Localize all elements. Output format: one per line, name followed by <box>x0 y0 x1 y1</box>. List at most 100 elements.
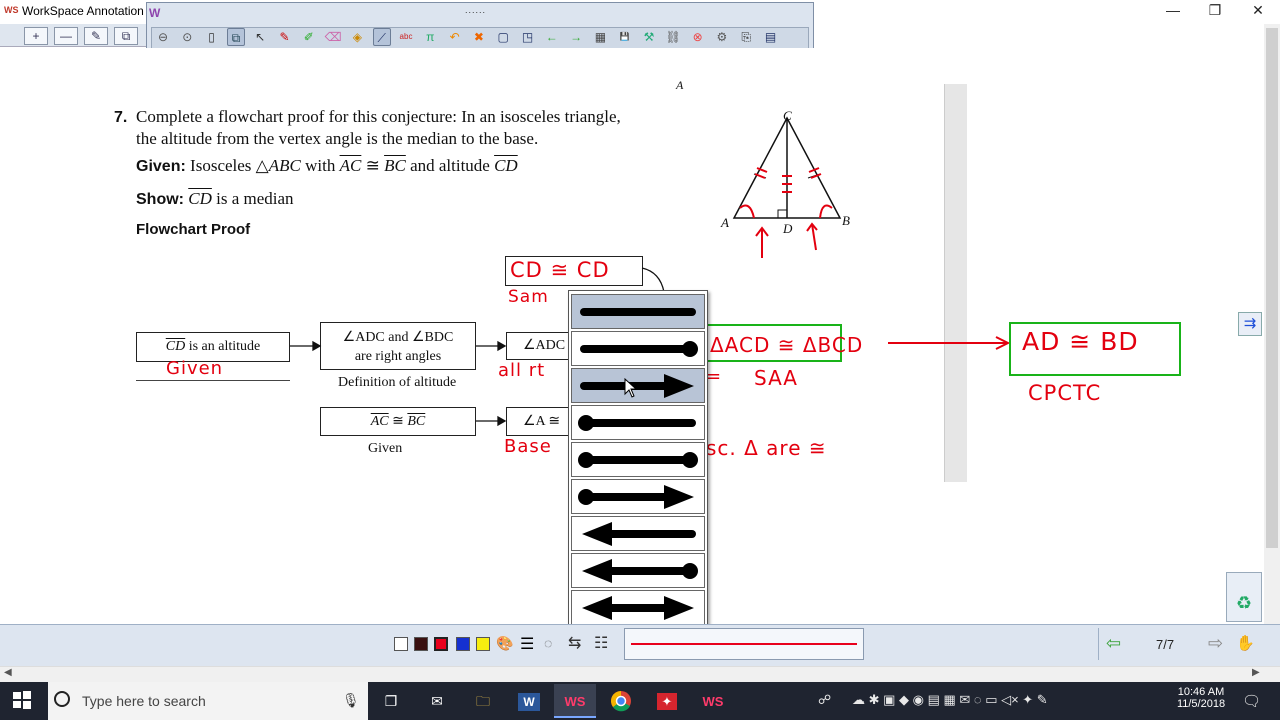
scrollbar-thumb[interactable] <box>1266 28 1278 548</box>
pointer-icon[interactable]: ↖ <box>251 28 269 46</box>
horizontal-scrollbar[interactable] <box>0 666 1280 683</box>
duplicate-button[interactable]: ⧉ <box>114 27 138 45</box>
color-blue-swatch[interactable] <box>456 637 470 651</box>
forward-arrow-icon[interactable]: → <box>567 28 585 46</box>
new-page-icon[interactable]: ▢ <box>494 28 512 46</box>
pages-icon[interactable]: ⧉ <box>226 28 245 46</box>
mail-icon[interactable]: ✉ <box>416 684 458 718</box>
back-arrow-icon[interactable]: ← <box>543 28 561 46</box>
line-style-line-dot-end[interactable] <box>571 331 705 366</box>
snapshot-icon[interactable]: ◳ <box>519 28 537 46</box>
minimize-button[interactable]: — <box>1158 2 1188 18</box>
recycle-bin-icon[interactable]: ♻ <box>1226 572 1262 622</box>
workspace-icon-2[interactable]: WS <box>692 684 734 718</box>
chevron-down-circle-icon[interactable]: ⊙ <box>178 28 196 46</box>
color-dark-swatch[interactable] <box>414 637 428 651</box>
shapes-icon[interactable]: ◈ <box>348 28 366 46</box>
word-icon-label: W <box>518 693 540 711</box>
search-placeholder[interactable]: Type here to search <box>82 693 206 709</box>
workspace-icon-label: WS <box>564 694 586 709</box>
toolbar-grip[interactable]: ...... <box>465 5 486 15</box>
task-view-icon[interactable]: ❐ <box>370 684 412 718</box>
line-style-dot-line-arrow[interactable] <box>571 479 705 514</box>
problem-line-2: the altitude from the vertex angle is th… <box>136 129 539 148</box>
segment-bc: BC <box>384 156 406 175</box>
edit-button[interactable]: ✎ <box>84 27 108 45</box>
scroll-left-icon[interactable]: ◀ <box>4 667 12 678</box>
undo-arrow-icon[interactable]: ↶ <box>446 28 464 46</box>
ink-saa: SAA <box>754 366 798 390</box>
link-icon[interactable]: ⛓ <box>664 28 682 46</box>
start-windows-icon[interactable] <box>12 690 34 712</box>
red-pen-icon[interactable]: ✎ <box>276 28 294 46</box>
vertex-a-label: A <box>720 215 729 230</box>
transparency-icon[interactable]: ◌ <box>544 635 552 651</box>
reason-given: Given <box>368 441 403 456</box>
ink-arrow-to-conclusion <box>888 336 1011 350</box>
line-arrow-end-icon <box>580 374 694 398</box>
green-marker-icon[interactable]: ✐ <box>300 28 318 46</box>
show-text: is a median <box>211 189 294 208</box>
action-center-icon[interactable]: 🗨 <box>1242 692 1261 710</box>
workspace-icon[interactable]: WS <box>554 684 596 718</box>
save-icon[interactable]: 💾 <box>616 28 634 46</box>
keyboard-icon[interactable]: ▦ <box>591 28 609 46</box>
people-icon[interactable]: ☍ <box>818 692 831 708</box>
dash-style-icon[interactable]: ☷ <box>594 633 608 653</box>
mouse-icon[interactable]: ▯ <box>203 28 221 46</box>
acrobat-icon[interactable]: ✦ <box>646 684 688 718</box>
clear-x-icon[interactable]: ✖ <box>470 28 488 46</box>
line-style-double-arrow[interactable] <box>571 590 705 625</box>
line-style-plain-line[interactable] <box>571 294 705 329</box>
line-style-arrow-line[interactable] <box>571 516 705 551</box>
given-label: Given: <box>136 158 186 175</box>
chrome-icon[interactable] <box>600 684 642 718</box>
tray-icons[interactable]: ☁ ✱ ▣ ◆ ◉ ▤ ▦ ✉ ◌ ▭ ◁× ✦ ✎ <box>852 692 1048 708</box>
close-circle-icon[interactable]: ⊗ <box>689 28 707 46</box>
clock[interactable]: 10:46 AM 11/5/2018 <box>1170 686 1232 710</box>
line-style-dot-line-dot[interactable] <box>571 442 705 477</box>
line-style-dot-line[interactable] <box>571 405 705 440</box>
document-icon[interactable]: ▤ <box>762 28 780 46</box>
line-tool-icon[interactable]: ⟋ <box>372 28 391 46</box>
minus-circle-icon[interactable]: ⊖ <box>154 28 172 46</box>
prev-page-arrow-icon[interactable]: ⇦ <box>1106 633 1121 654</box>
settings-icon[interactable]: ⚙ <box>713 28 731 46</box>
line-style-popup[interactable] <box>568 290 708 632</box>
dot-line-icon <box>578 415 696 431</box>
page-divider <box>944 84 967 482</box>
close-button[interactable]: ✕ <box>1243 2 1273 19</box>
line-width-icon[interactable]: ☰ <box>520 634 534 654</box>
eraser-icon[interactable]: ⌫ <box>324 28 342 46</box>
line-style-line-arrow-end[interactable] <box>571 368 705 403</box>
flowchart-arrows <box>290 340 507 427</box>
zoom-in-button[interactable]: + <box>24 27 48 45</box>
line-style-arrow-line-dot[interactable] <box>571 553 705 588</box>
page-nav-arrows-icon[interactable]: ⇉ <box>1238 312 1262 336</box>
vertex-c-label: C <box>783 108 792 123</box>
double-arrow-icon <box>582 596 694 620</box>
given-and: and altitude <box>405 156 495 175</box>
clock-time: 10:46 AM <box>1177 686 1225 698</box>
stray-letter: A <box>676 78 684 92</box>
microphone-icon[interactable]: 🎙 <box>342 692 360 709</box>
line-style-icon[interactable]: ⇆ <box>568 633 581 653</box>
palette-icon[interactable]: 🎨 <box>496 635 513 652</box>
math-icon[interactable]: π <box>421 28 439 46</box>
tools-icon[interactable]: ⚒ <box>640 28 658 46</box>
color-white-swatch[interactable] <box>394 637 408 651</box>
camera-icon[interactable]: ⎘ <box>737 28 755 46</box>
add-page-icon[interactable]: ✋ <box>1236 634 1255 652</box>
file-explorer-icon[interactable]: 🗀 <box>462 684 504 718</box>
scroll-right-icon[interactable]: ▶ <box>1252 667 1260 678</box>
point-d-label: D <box>782 221 793 236</box>
restore-button[interactable]: ❐ <box>1200 2 1230 19</box>
zoom-out-button[interactable]: — <box>54 27 78 45</box>
spell-check-icon[interactable]: abc <box>397 28 415 46</box>
color-red-swatch[interactable] <box>434 637 448 651</box>
app-logo-icon: WS <box>4 5 19 15</box>
word-icon[interactable]: W <box>508 684 550 718</box>
color-yellow-swatch[interactable] <box>476 637 490 651</box>
next-page-arrow-icon[interactable]: ⇨ <box>1208 633 1223 654</box>
vertex-b-label: B <box>842 213 850 228</box>
